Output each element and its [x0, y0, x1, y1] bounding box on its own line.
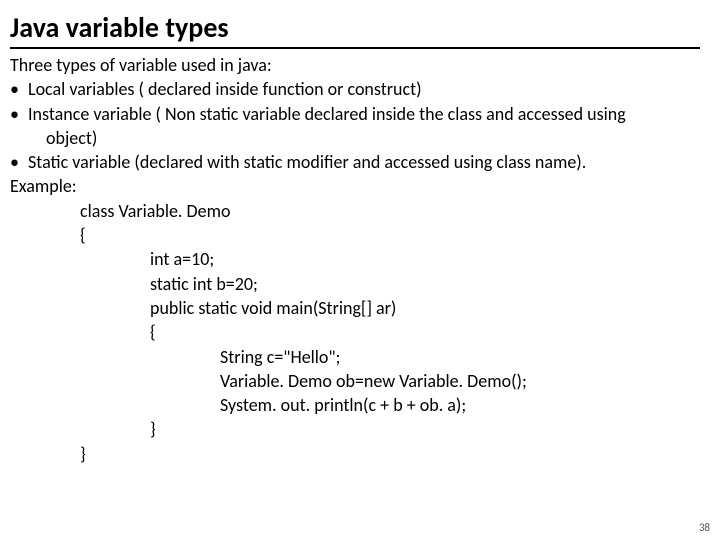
code-line: int a=10;: [10, 247, 700, 271]
bullet-marker: •: [10, 150, 28, 174]
page-number: 38: [699, 521, 710, 534]
page-title: Java variable types: [10, 10, 700, 49]
code-line: {: [10, 223, 700, 247]
bullet-item-1: • Local variables ( declared inside func…: [10, 77, 700, 101]
bullet-item-3: • Static variable (declared with static …: [10, 150, 700, 174]
code-line: String c="Hello";: [10, 345, 700, 369]
bullet-text: Local variables ( declared inside functi…: [28, 77, 700, 101]
code-line: }: [10, 417, 700, 441]
bullet-text: Static variable (declared with static mo…: [28, 150, 700, 174]
bullet-item-2-wrap: object): [10, 126, 700, 150]
bullet-item-2: • Instance variable ( Non static variabl…: [10, 102, 700, 126]
body-content: Three types of variable used in java: • …: [10, 53, 700, 466]
bullet-text: Instance variable ( Non static variable …: [28, 102, 700, 126]
code-line: {: [10, 320, 700, 344]
code-line: public static void main(String[] ar): [10, 296, 700, 320]
intro-line: Three types of variable used in java:: [10, 53, 700, 77]
code-line: static int b=20;: [10, 272, 700, 296]
code-line: System. out. println(c + b + ob. a);: [10, 393, 700, 417]
bullet-marker: •: [10, 77, 28, 101]
code-line: class Variable. Demo: [10, 199, 700, 223]
example-label: Example:: [10, 174, 700, 198]
code-line: Variable. Demo ob=new Variable. Demo();: [10, 369, 700, 393]
code-line: }: [10, 442, 700, 466]
bullet-marker: •: [10, 102, 28, 126]
